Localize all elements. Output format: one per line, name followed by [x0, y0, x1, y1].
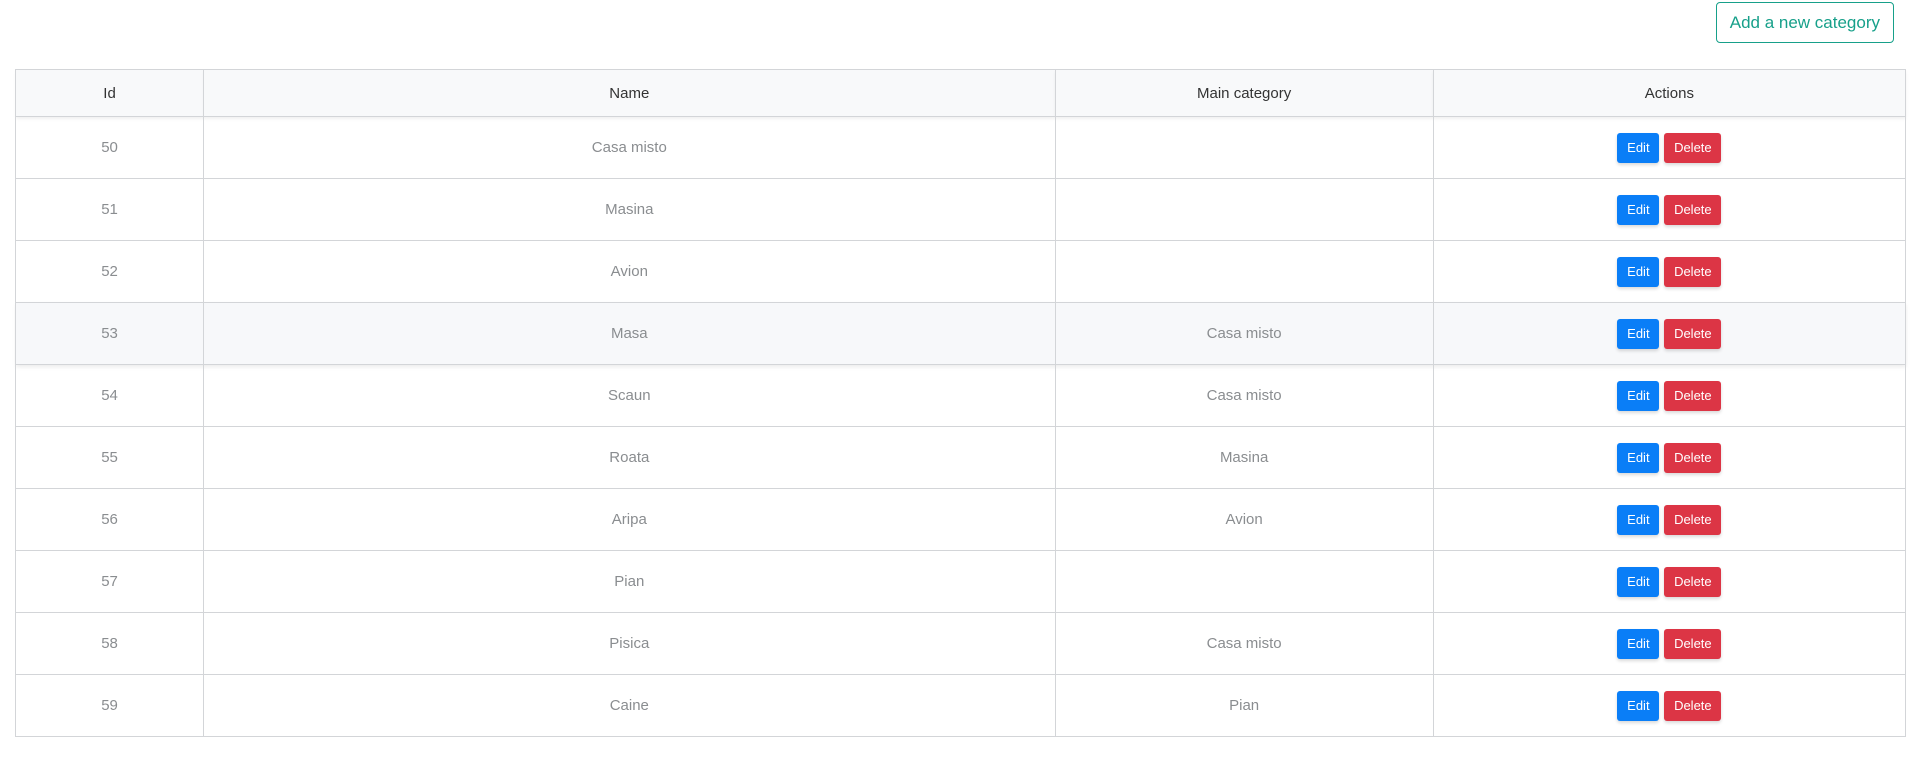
- table-row: 52 Avion Edit Delete: [14, 240, 1907, 303]
- header-name: Name: [203, 69, 1056, 117]
- edit-button[interactable]: Edit: [1617, 690, 1660, 721]
- cell-main-category: Masina: [1054, 426, 1434, 489]
- header-main-category: Main category: [1054, 69, 1434, 117]
- edit-button[interactable]: Edit: [1617, 194, 1660, 225]
- edit-button[interactable]: Edit: [1617, 318, 1660, 349]
- cell-id: 56: [14, 488, 205, 551]
- top-bar: Add a new category: [1715, 2, 1894, 43]
- cell-id: 58: [14, 612, 205, 675]
- delete-button[interactable]: Delete: [1664, 132, 1722, 163]
- cell-main-category: Casa misto: [1054, 364, 1434, 427]
- table-row: 55 Roata Masina Edit Delete: [14, 426, 1907, 489]
- edit-button[interactable]: Edit: [1617, 442, 1660, 473]
- cell-actions: Edit Delete: [1432, 550, 1907, 613]
- table-row: 56 Aripa Avion Edit Delete: [14, 488, 1907, 551]
- cell-name: Scaun: [203, 364, 1056, 427]
- cell-id: 55: [14, 426, 205, 489]
- table-row: 54 Scaun Casa misto Edit Delete: [14, 364, 1907, 427]
- edit-button[interactable]: Edit: [1617, 628, 1660, 659]
- add-category-button[interactable]: Add a new category: [1715, 2, 1894, 43]
- cell-name: Pian: [203, 550, 1056, 613]
- cell-actions: Edit Delete: [1432, 674, 1907, 737]
- categories-table: Id Name Main category Actions 50 Casa mi…: [14, 69, 1907, 737]
- edit-button[interactable]: Edit: [1617, 380, 1660, 411]
- delete-button[interactable]: Delete: [1664, 566, 1722, 597]
- delete-button[interactable]: Delete: [1664, 256, 1722, 287]
- cell-main-category: [1054, 550, 1434, 613]
- page: Add a new category Id Name Main category…: [0, 0, 1919, 779]
- cell-actions: Edit Delete: [1432, 178, 1907, 241]
- edit-button[interactable]: Edit: [1617, 504, 1660, 535]
- header-actions: Actions: [1432, 69, 1907, 117]
- cell-id: 51: [14, 178, 205, 241]
- cell-name: Aripa: [203, 488, 1056, 551]
- cell-id: 59: [14, 674, 205, 737]
- cell-main-category: Casa misto: [1054, 612, 1434, 675]
- cell-id: 57: [14, 550, 205, 613]
- cell-actions: Edit Delete: [1432, 612, 1907, 675]
- delete-button[interactable]: Delete: [1664, 318, 1722, 349]
- cell-main-category: Avion: [1054, 488, 1434, 551]
- delete-button[interactable]: Delete: [1664, 194, 1722, 225]
- cell-id: 52: [14, 240, 205, 303]
- cell-name: Roata: [203, 426, 1056, 489]
- cell-main-category: Pian: [1054, 674, 1434, 737]
- delete-button[interactable]: Delete: [1664, 628, 1722, 659]
- delete-button[interactable]: Delete: [1664, 690, 1722, 721]
- delete-button[interactable]: Delete: [1664, 504, 1722, 535]
- delete-button[interactable]: Delete: [1664, 442, 1722, 473]
- table-row: 57 Pian Edit Delete: [14, 550, 1907, 613]
- cell-main-category: [1054, 178, 1434, 241]
- cell-actions: Edit Delete: [1432, 240, 1907, 303]
- cell-main-category: Casa misto: [1054, 302, 1434, 365]
- header-row: Id Name Main category Actions: [14, 69, 1907, 117]
- edit-button[interactable]: Edit: [1617, 566, 1660, 597]
- cell-actions: Edit Delete: [1432, 116, 1907, 179]
- cell-id: 53: [14, 302, 205, 365]
- cell-id: 54: [14, 364, 205, 427]
- edit-button[interactable]: Edit: [1617, 256, 1660, 287]
- cell-actions: Edit Delete: [1432, 426, 1907, 489]
- table-row: 58 Pisica Casa misto Edit Delete: [14, 612, 1907, 675]
- cell-actions: Edit Delete: [1432, 302, 1907, 365]
- cell-id: 50: [14, 116, 205, 179]
- cell-actions: Edit Delete: [1432, 488, 1907, 551]
- delete-button[interactable]: Delete: [1664, 380, 1722, 411]
- table-header: Id Name Main category Actions: [14, 69, 1907, 117]
- cell-name: Avion: [203, 240, 1056, 303]
- table-row: 53 Masa Casa misto Edit Delete: [14, 302, 1907, 365]
- header-id: Id: [14, 69, 205, 117]
- cell-name: Caine: [203, 674, 1056, 737]
- cell-main-category: [1054, 240, 1434, 303]
- table-row: 50 Casa misto Edit Delete: [14, 116, 1907, 179]
- cell-name: Casa misto: [203, 116, 1056, 179]
- table-body: 50 Casa misto Edit Delete 51 Masina Edit D…: [14, 116, 1907, 737]
- table-row: 59 Caine Pian Edit Delete: [14, 674, 1907, 737]
- cell-main-category: [1054, 116, 1434, 179]
- categories-table-wrapper: Id Name Main category Actions 50 Casa mi…: [14, 69, 1907, 737]
- edit-button[interactable]: Edit: [1617, 132, 1660, 163]
- cell-name: Pisica: [203, 612, 1056, 675]
- cell-name: Masa: [203, 302, 1056, 365]
- cell-name: Masina: [203, 178, 1056, 241]
- cell-actions: Edit Delete: [1432, 364, 1907, 427]
- table-row: 51 Masina Edit Delete: [14, 178, 1907, 241]
